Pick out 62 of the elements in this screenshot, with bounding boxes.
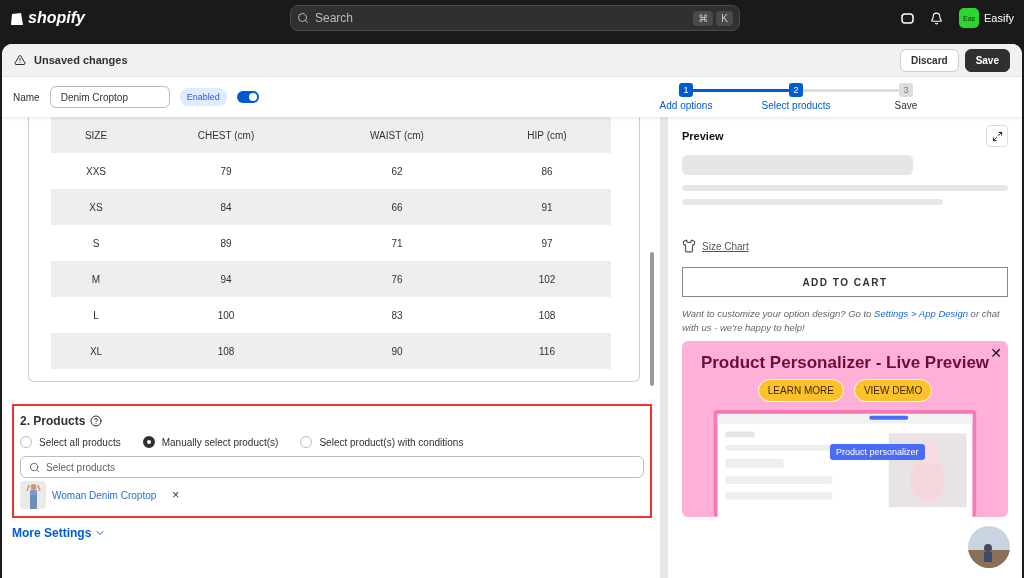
- view-demo-button[interactable]: VIEW DEMO: [853, 378, 933, 402]
- table-cell: 91: [483, 189, 611, 225]
- warning-icon: [14, 54, 26, 66]
- table-cell: 102: [483, 261, 611, 297]
- column-header: SIZE: [51, 117, 141, 153]
- search-icon: [297, 12, 309, 24]
- table-cell: 116: [483, 333, 611, 369]
- search-field[interactable]: Search ⌘ K: [290, 5, 740, 31]
- expand-button[interactable]: [986, 125, 1008, 147]
- step-label[interactable]: Save: [894, 100, 918, 111]
- radio-option[interactable]: Select product(s) with conditions: [300, 436, 464, 448]
- column-header: WAIST (cm): [311, 117, 483, 153]
- help-text: Want to customize your option design? Go to Settings > App Design or chat with us - we're happy to help!: [682, 307, 1001, 335]
- step-label[interactable]: Select products: [761, 100, 831, 111]
- step-number[interactable]: 2: [789, 83, 803, 97]
- table-cell: 84: [141, 189, 311, 225]
- scrollbar[interactable]: [650, 252, 654, 386]
- search-icon: [29, 461, 40, 473]
- notification-icon[interactable]: [930, 11, 944, 25]
- app-design-link[interactable]: Settings > App Design: [874, 308, 968, 319]
- remove-button[interactable]: ×: [172, 488, 180, 502]
- product-search-field[interactable]: Select products: [20, 456, 644, 478]
- column-header: CHEST (cm): [141, 117, 311, 153]
- table-cell: XL: [51, 333, 141, 369]
- store-icon[interactable]: [901, 11, 915, 25]
- add-to-cart-button[interactable]: ADD TO CART: [682, 267, 1008, 297]
- more-settings-link[interactable]: More Settings: [12, 526, 652, 540]
- table-cell: 94: [141, 261, 311, 297]
- store-name: Easify: [984, 12, 1014, 24]
- table-cell: M: [51, 261, 141, 297]
- table-cell: 76: [311, 261, 483, 297]
- size-chart-link[interactable]: Size Chart: [702, 240, 749, 252]
- save-button[interactable]: Save: [964, 48, 1010, 72]
- column-header: HIP (cm): [483, 117, 611, 153]
- shortcut-key: K: [716, 10, 733, 26]
- radio-option[interactable]: Select all products: [20, 436, 121, 448]
- name-label: Name: [13, 91, 40, 103]
- product-link[interactable]: Woman Denim Croptop: [52, 489, 157, 501]
- enabled-toggle[interactable]: [236, 91, 259, 103]
- table-cell: 90: [311, 333, 483, 369]
- radio-option[interactable]: Manually select product(s): [142, 436, 279, 448]
- section-title: 2. Products: [20, 414, 86, 428]
- table-cell: 66: [311, 189, 483, 225]
- step-number[interactable]: 1: [679, 83, 693, 97]
- table-cell: 108: [141, 333, 311, 369]
- learn-more-button[interactable]: LEARN MORE: [757, 378, 844, 402]
- discard-button[interactable]: Discard: [899, 48, 959, 72]
- banner-title: Product Personalizer - Live Preview: [700, 352, 990, 373]
- unsaved-title: Unsaved changes: [34, 54, 128, 66]
- shortcut-key: ⌘: [693, 10, 714, 26]
- name-field[interactable]: Denim Croptop: [49, 86, 170, 108]
- close-button[interactable]: ✕: [990, 344, 1002, 361]
- table-cell: XS: [51, 189, 141, 225]
- expand-icon: [991, 130, 1003, 142]
- preview-title: Preview: [682, 130, 724, 142]
- status-badge: Enabled: [179, 88, 227, 106]
- chat-avatar[interactable]: [968, 526, 1010, 568]
- step-label[interactable]: Add options: [659, 100, 713, 111]
- shirt-icon: [682, 239, 696, 253]
- help-icon[interactable]: [90, 415, 103, 427]
- brand-logo: shopify: [10, 9, 290, 27]
- radio-button[interactable]: [142, 436, 155, 448]
